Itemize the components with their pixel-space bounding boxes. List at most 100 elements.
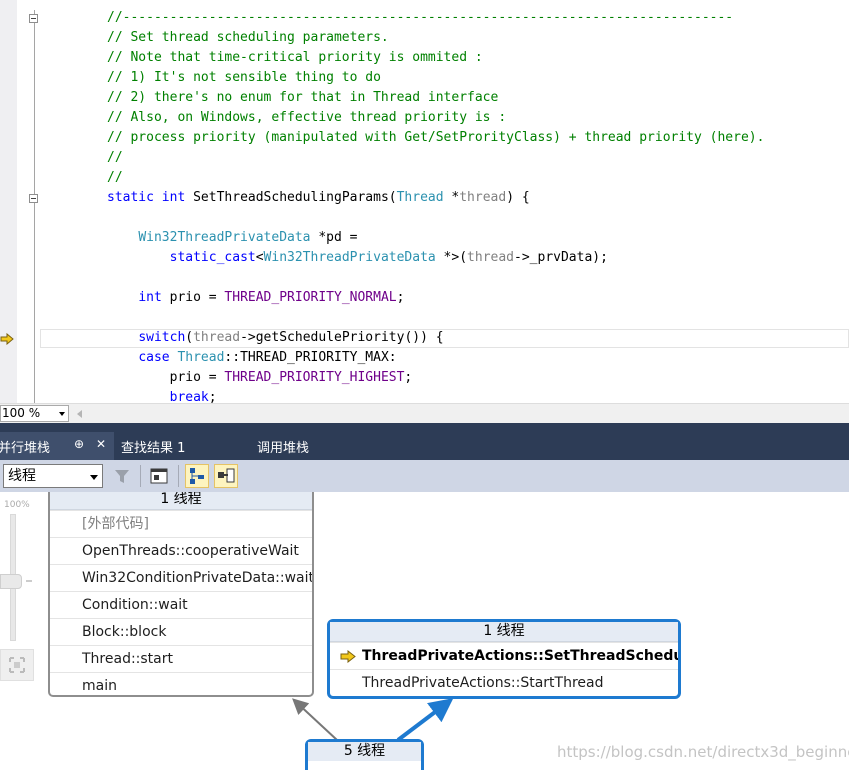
top-down-layout-icon	[190, 468, 204, 484]
tab-label: 并行堆栈	[0, 441, 51, 456]
stack-frame[interactable]: [外部代码]	[50, 510, 312, 537]
code-token: Win32ThreadPrivateData	[138, 230, 311, 245]
code-line[interactable]: case Thread::THREAD_PRIORITY_MAX:	[107, 348, 396, 368]
code-token: //--------------------------------------…	[107, 10, 734, 25]
code-line[interactable]: // 1) It's not sensible thing to do	[107, 68, 381, 88]
stack-frame-label: OpenThreads::cooperativeWait	[82, 543, 299, 559]
top-down-layout-button[interactable]	[185, 464, 209, 488]
stack-frame[interactable]: Block::block	[50, 618, 312, 645]
stack-frame-label: [外部代码]	[82, 516, 149, 532]
stack-node[interactable]: 1 线程 [外部代码]OpenThreads::cooperativeWaitW…	[48, 492, 314, 697]
code-token: prio =	[107, 370, 225, 385]
code-line[interactable]: int prio = THREAD_PRIORITY_NORMAL;	[107, 288, 404, 308]
code-token: ->_prvData);	[514, 250, 608, 265]
code-token: //	[107, 150, 123, 165]
code-token: SetThreadSchedulingParams(	[185, 190, 397, 205]
chevron-down-icon	[59, 412, 65, 416]
code-token: thread	[467, 250, 515, 265]
code-token: *>(	[435, 250, 468, 265]
stack-node-header: 1 线程	[50, 492, 312, 510]
stack-frame-current[interactable]: ThreadPrivateActions::SetThreadScheduli.…	[330, 642, 678, 669]
scroll-left-arrow-icon[interactable]	[77, 410, 82, 418]
collapse-toggle-icon[interactable]	[29, 194, 38, 203]
code-line[interactable]: // Set thread scheduling parameters.	[107, 28, 389, 48]
tab-call-stack[interactable]: 调用堆栈	[257, 437, 309, 456]
connector-arrow-blue	[396, 698, 454, 742]
editor-status-bar: 100 %	[0, 403, 849, 423]
code-token: int	[161, 190, 186, 205]
watermark: https://blog.csdn.net/directx3d_beginner	[557, 743, 849, 761]
tool-window-tabs: 并行堆栈 ⊕ ✕ 查找结果 1 调用堆栈	[0, 423, 849, 460]
toolbar-separator	[140, 465, 141, 487]
code-token: ;	[208, 390, 217, 403]
filter-button[interactable]	[110, 464, 134, 488]
code-line[interactable]: //--------------------------------------…	[107, 8, 733, 28]
code-token: // 2) there's no enum for that in Thread…	[107, 90, 499, 105]
stack-frame-label: Win32ConditionPrivateData::wait	[82, 570, 312, 586]
code-token: // 1) It's not sensible thing to do	[107, 70, 381, 85]
outline-guide	[34, 10, 35, 403]
stack-node[interactable]: 5 线程	[305, 739, 424, 770]
code-editor[interactable]: //--------------------------------------…	[0, 0, 849, 403]
code-line[interactable]: // Also, on Windows, effective thread pr…	[107, 108, 506, 128]
code-token: Win32ThreadPrivateData	[263, 250, 436, 265]
collapse-toggle-icon[interactable]	[29, 14, 38, 23]
code-token: static_cast	[169, 250, 256, 265]
code-line[interactable]: // Note that time-critical priority is o…	[107, 48, 483, 68]
code-token: THREAD_PRIORITY_NORMAL	[224, 290, 397, 305]
code-token: ->getSchedulePriority()) {	[240, 330, 444, 345]
stack-frame-label: ThreadPrivateActions::SetThreadScheduli.…	[362, 648, 678, 664]
code-line[interactable]: // 2) there's no enum for that in Thread…	[107, 88, 498, 108]
code-token: break	[169, 390, 209, 403]
code-token: ) {	[506, 190, 530, 205]
stack-frame[interactable]: main	[50, 672, 312, 699]
stack-frame[interactable]: OpenThreads::cooperativeWait	[50, 537, 312, 564]
code-token: // Also, on Windows, effective thread pr…	[107, 110, 507, 125]
tab-find-results[interactable]: 查找结果 1	[121, 437, 185, 456]
code-line[interactable]: prio = THREAD_PRIORITY_HIGHEST;	[107, 368, 413, 388]
auto-scroll-icon	[218, 468, 235, 483]
execution-pointer-icon	[0, 333, 14, 345]
code-line[interactable]: //	[107, 168, 123, 188]
code-line[interactable]: switch(thread->getSchedulePriority()) {	[107, 328, 444, 348]
pin-icon[interactable]: ⊕	[74, 437, 84, 451]
code-token: // Note that time-critical priority is o…	[107, 50, 483, 65]
code-token: // Set thread scheduling parameters.	[107, 30, 389, 45]
tab-parallel-stacks[interactable]: 并行堆栈 ⊕ ✕	[0, 432, 114, 460]
code-token: switch	[138, 330, 186, 345]
code-token: //	[107, 170, 123, 185]
code-token: Thread	[177, 350, 225, 365]
toggle-method-view-button[interactable]	[147, 464, 171, 488]
code-line[interactable]: static_cast<Win32ThreadPrivateData *>(th…	[107, 248, 608, 268]
stack-frame[interactable]: Thread::start	[50, 645, 312, 672]
view-mode-dropdown[interactable]: 线程	[3, 464, 103, 488]
zoom-level: 100 %	[2, 406, 41, 420]
close-icon[interactable]: ✕	[96, 437, 106, 451]
code-line[interactable]: Win32ThreadPrivateData *pd =	[107, 228, 357, 248]
auto-scroll-button[interactable]	[214, 464, 238, 488]
code-token: (	[185, 330, 194, 345]
connector-arrow-gray	[292, 698, 338, 741]
code-line[interactable]: // process priority (manipulated with Ge…	[107, 128, 764, 148]
stack-frame[interactable]: ThreadPrivateActions::StartThread	[330, 669, 678, 696]
code-line[interactable]: break;	[107, 388, 217, 403]
code-line[interactable]: //	[107, 148, 123, 168]
stack-node-active[interactable]: 1 线程 ThreadPrivateActions::SetThreadSche…	[327, 619, 681, 699]
stack-frame-label: ThreadPrivateActions::StartThread	[362, 675, 604, 691]
stack-frame[interactable]: Win32ConditionPrivateData::wait	[50, 564, 312, 591]
parallel-stacks-diagram[interactable]: 100% 1 线程 [外部代码] OpenThreads::cooperative…	[0, 492, 849, 770]
code-line[interactable]: static int SetThreadSchedulingParams(Thr…	[107, 188, 530, 208]
code-token: prio =	[161, 290, 225, 305]
zoom-dropdown[interactable]: 100 %	[0, 405, 69, 422]
code-token: thread	[193, 330, 241, 345]
toolbar-separator	[178, 465, 179, 487]
code-token: Thread	[396, 190, 444, 205]
code-token: thread	[459, 190, 507, 205]
filter-icon	[115, 470, 129, 483]
stack-frame[interactable]: Condition::wait	[50, 591, 312, 618]
